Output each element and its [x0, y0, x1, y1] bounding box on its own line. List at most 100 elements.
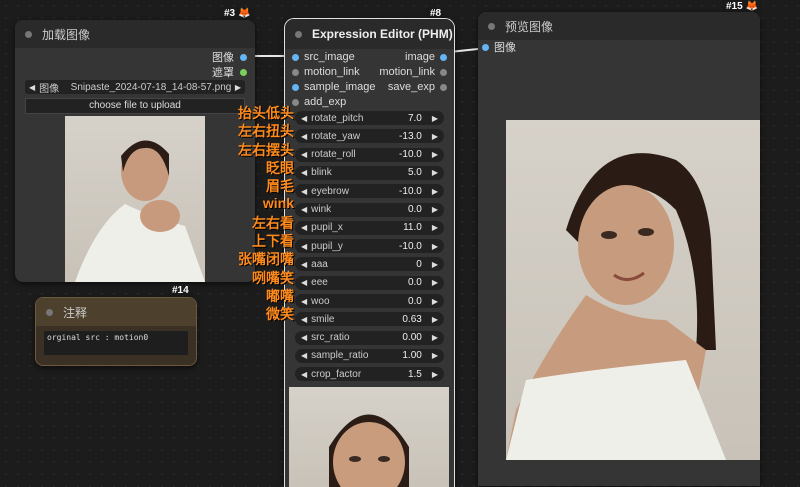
output-image[interactable]: 图像	[212, 50, 247, 64]
decrement-arrow-icon[interactable]: ◀	[301, 297, 307, 306]
file-select[interactable]: ◀ 图像 Snipaste_2024-07-18_14-08-57.png ▶	[25, 80, 245, 95]
widget-rotate-pitch[interactable]: ◀ rotate_pitch 7.0 ▶	[295, 111, 444, 125]
increment-arrow-icon[interactable]: ▶	[432, 132, 438, 141]
collapse-dot-icon[interactable]	[295, 30, 302, 38]
expression-editor-node[interactable]: Expression Editor (PHM) src_image motion…	[284, 18, 455, 487]
decrement-arrow-icon[interactable]: ◀	[301, 168, 307, 177]
widget-smile[interactable]: ◀ smile 0.63 ▶	[295, 312, 444, 327]
output-port-icon[interactable]	[440, 53, 447, 61]
annotation-label: 左右看	[252, 214, 294, 231]
widget-rotate-roll[interactable]: ◀ rotate_roll -10.0 ▶	[295, 147, 444, 162]
widget-value[interactable]: 1.00	[402, 350, 421, 361]
input-motion-link[interactable]: motion_link	[292, 65, 360, 79]
increment-arrow-icon[interactable]: ▶	[432, 223, 438, 232]
input-port-icon[interactable]	[292, 53, 299, 61]
annotation-label: wink	[262, 194, 294, 211]
decrement-arrow-icon[interactable]: ◀	[301, 260, 307, 269]
increment-arrow-icon[interactable]: ▶	[432, 260, 438, 269]
output-image[interactable]: image	[405, 50, 447, 64]
output-port-icon[interactable]	[440, 83, 447, 91]
note-node[interactable]: 注释 orginal src : motion0	[35, 297, 197, 366]
widget-value[interactable]: 7.0	[408, 113, 422, 124]
decrement-arrow-icon[interactable]: ◀	[301, 150, 307, 159]
input-port-icon[interactable]	[482, 43, 489, 51]
widget-value[interactable]: -13.0	[399, 131, 422, 142]
increment-arrow-icon[interactable]: ▶	[432, 187, 438, 196]
widget-value[interactable]: 0.63	[402, 314, 421, 325]
widget-eyebrow[interactable]: ◀ eyebrow -10.0 ▶	[295, 184, 444, 199]
widget-value[interactable]: 1.5	[408, 369, 422, 380]
decrement-arrow-icon[interactable]: ◀	[301, 351, 307, 360]
decrement-arrow-icon[interactable]: ◀	[301, 333, 307, 342]
increment-arrow-icon[interactable]: ▶	[432, 333, 438, 342]
widget-value[interactable]: 0.0	[408, 277, 422, 288]
input-add-exp[interactable]: add_exp	[292, 95, 346, 109]
widget-pupil-x[interactable]: ◀ pupil_x 11.0 ▶	[295, 220, 444, 235]
decrement-arrow-icon[interactable]: ◀	[301, 132, 307, 141]
input-image[interactable]: 图像	[482, 40, 516, 54]
widget-blink[interactable]: ◀ blink 5.0 ▶	[295, 165, 444, 180]
increment-arrow-icon[interactable]: ▶	[432, 351, 438, 360]
decrement-arrow-icon[interactable]: ◀	[301, 315, 307, 324]
input-sample-image[interactable]: sample_image	[292, 80, 376, 94]
increment-arrow-icon[interactable]: ▶	[432, 315, 438, 324]
increment-arrow-icon[interactable]: ▶	[432, 242, 438, 251]
widget-value[interactable]: 0	[416, 259, 422, 270]
output-mask[interactable]: 遮罩	[212, 65, 247, 79]
decrement-arrow-icon[interactable]: ◀	[301, 187, 307, 196]
preview-image-node[interactable]: 预览图像 图像	[478, 12, 760, 486]
output-port-icon[interactable]	[240, 53, 247, 61]
node-header[interactable]: 注释	[36, 298, 196, 326]
output-port-icon[interactable]	[440, 68, 447, 76]
decrement-arrow-icon[interactable]: ◀	[301, 370, 307, 379]
widget-value[interactable]: -10.0	[399, 241, 422, 252]
output-save-exp[interactable]: save_exp	[388, 80, 447, 94]
increment-arrow-icon[interactable]: ▶	[432, 278, 438, 287]
input-label: src_image	[304, 51, 355, 63]
collapse-dot-icon[interactable]	[46, 308, 53, 316]
note-textarea[interactable]: orginal src : motion0	[44, 331, 188, 355]
input-port-icon[interactable]	[292, 83, 299, 91]
widget-value[interactable]: -10.0	[399, 149, 422, 160]
decrement-arrow-icon[interactable]: ◀	[301, 114, 307, 123]
increment-arrow-icon[interactable]: ▶	[432, 205, 438, 214]
widget-crop-factor[interactable]: ◀ crop_factor 1.5 ▶	[295, 367, 444, 382]
widget-sample-ratio[interactable]: ◀ sample_ratio 1.00 ▶	[295, 348, 444, 363]
widget-rotate-yaw[interactable]: ◀ rotate_yaw -13.0 ▶	[295, 129, 444, 144]
widget-wink[interactable]: ◀ wink 0.0 ▶	[295, 202, 444, 217]
widget-value[interactable]: 11.0	[403, 222, 422, 233]
widget-value[interactable]: 5.0	[408, 167, 422, 178]
decrement-arrow-icon[interactable]: ◀	[301, 278, 307, 287]
increment-arrow-icon[interactable]: ▶	[432, 114, 438, 123]
widget-eee[interactable]: ◀ eee 0.0 ▶	[295, 275, 444, 290]
output-motion-link[interactable]: motion_link	[379, 65, 447, 79]
input-src-image[interactable]: src_image	[292, 50, 355, 64]
arrow-left-icon[interactable]: ◀	[29, 83, 35, 92]
decrement-arrow-icon[interactable]: ◀	[301, 223, 307, 232]
widget-src-ratio[interactable]: ◀ src_ratio 0.00 ▶	[295, 330, 444, 345]
annotation-column: 抬头低头 左右扭头 左右摆头 眨眼 眉毛 wink 左右看 上下看 张嘴闭嘴 咧嘴笑 嘟嘴 微笑	[200, 103, 294, 333]
node-header[interactable]: Expression Editor (PHM)	[285, 19, 454, 49]
decrement-arrow-icon[interactable]: ◀	[301, 205, 307, 214]
widget-pupil-y[interactable]: ◀ pupil_y -10.0 ▶	[295, 239, 444, 254]
widget-value[interactable]: 0.0	[408, 204, 422, 215]
node-header[interactable]: 加载图像	[15, 20, 255, 48]
widget-value[interactable]: -10.0	[399, 186, 422, 197]
increment-arrow-icon[interactable]: ▶	[432, 370, 438, 379]
node-id-badge: #3 🦊	[220, 7, 255, 20]
increment-arrow-icon[interactable]: ▶	[432, 297, 438, 306]
increment-arrow-icon[interactable]: ▶	[432, 168, 438, 177]
widget-value[interactable]: 0.0	[408, 296, 422, 307]
node-id-badge: #14	[168, 284, 193, 297]
node-header[interactable]: 预览图像	[478, 12, 760, 40]
increment-arrow-icon[interactable]: ▶	[432, 150, 438, 159]
widget-value[interactable]: 0.00	[402, 332, 421, 343]
collapse-dot-icon[interactable]	[488, 22, 495, 30]
arrow-right-icon[interactable]: ▶	[235, 83, 241, 92]
input-port-icon[interactable]	[292, 68, 299, 76]
collapse-dot-icon[interactable]	[25, 30, 32, 38]
widget-woo[interactable]: ◀ woo 0.0 ▶	[295, 294, 444, 308]
output-port-icon[interactable]	[240, 68, 247, 76]
decrement-arrow-icon[interactable]: ◀	[301, 242, 307, 251]
widget-aaa[interactable]: ◀ aaa 0 ▶	[295, 257, 444, 272]
